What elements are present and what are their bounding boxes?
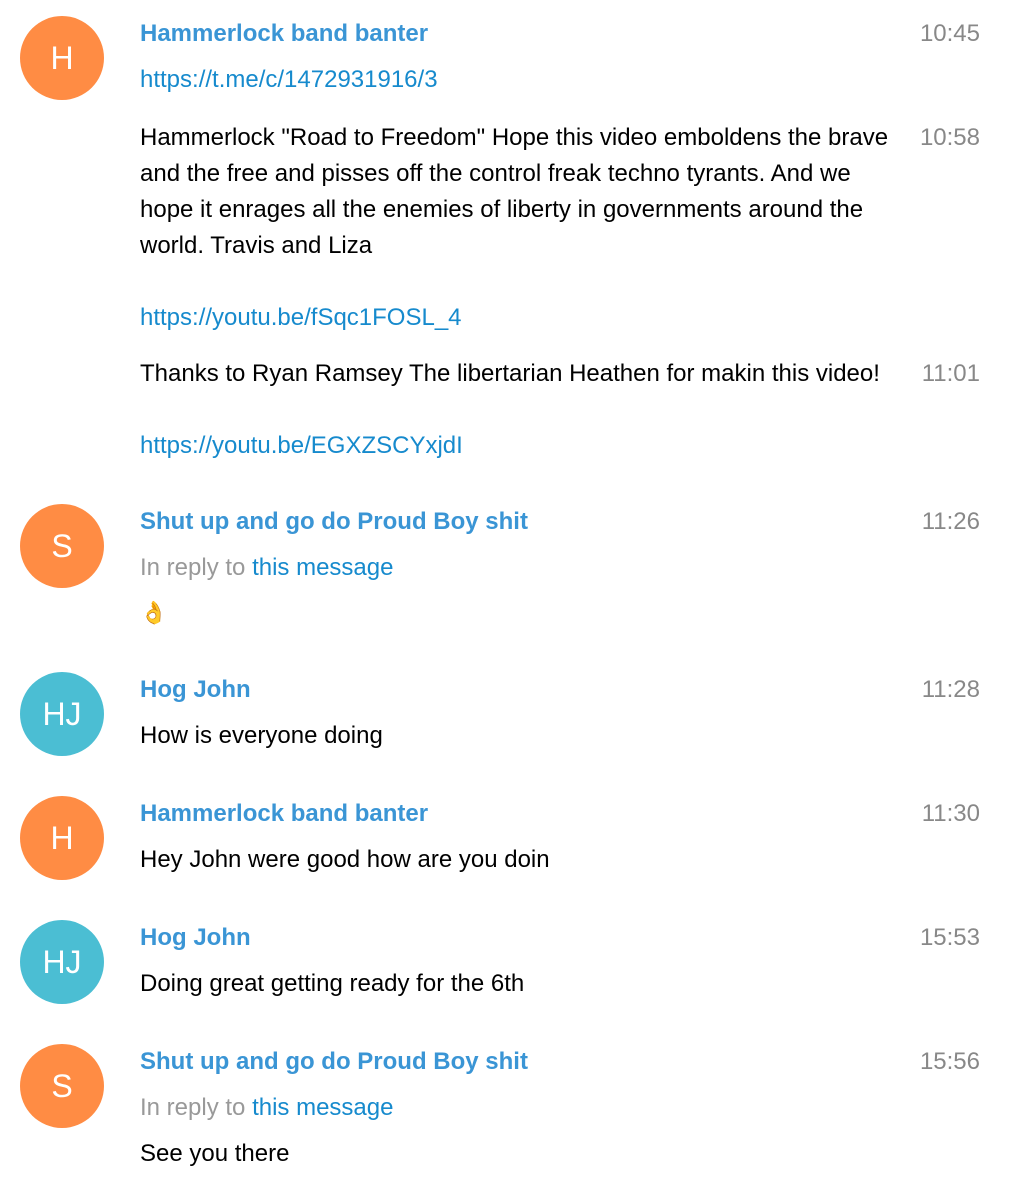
author-name[interactable]: Hammerlock band banter — [140, 800, 428, 828]
message-time: 10:58 — [919, 124, 980, 151]
message-time: 11:28 — [921, 676, 980, 703]
message-row: HJ Hog John 15:53 Doing great getting re… — [0, 904, 1036, 1028]
reply-prefix: In reply to — [140, 554, 246, 581]
avatar[interactable]: HJ — [20, 920, 104, 1004]
message-text: Hey John were good how are you doin — [140, 846, 550, 873]
message-time: 11:01 — [921, 360, 980, 387]
message-time: 11:30 — [921, 800, 980, 827]
message-link[interactable]: https://t.me/c/1472931916/3 — [140, 66, 438, 94]
author-name[interactable]: Hog John — [140, 924, 251, 952]
chat-history: H Hammerlock band banter 10:45 https://t… — [0, 0, 1036, 1180]
author-name[interactable]: Hog John — [140, 676, 251, 704]
message-row: Thanks to Ryan Ramsey The libertarian He… — [0, 346, 1036, 486]
avatar[interactable]: S — [20, 504, 104, 588]
message-time: 15:53 — [919, 924, 980, 951]
message-text: Thanks to Ryan Ramsey The libertarian He… — [140, 360, 880, 387]
message-time: 11:26 — [921, 508, 980, 535]
message-text: Hammerlock "Road to Freedom" Hope this v… — [140, 124, 889, 259]
message-link[interactable]: https://youtu.be/fSqc1FOSL_4 — [140, 304, 462, 332]
reply-link[interactable]: this message — [252, 1094, 393, 1121]
author-name[interactable]: Shut up and go do Proud Boy shit — [140, 1048, 528, 1076]
message-text: How is everyone doing — [140, 722, 383, 749]
message-text: Doing great getting ready for the 6th — [140, 970, 525, 997]
message-text: See you there — [140, 1140, 290, 1167]
message-row: Hammerlock "Road to Freedom" Hope this v… — [0, 110, 1036, 346]
author-name[interactable]: Hammerlock band banter — [140, 20, 428, 48]
message-row: HJ Hog John 11:28 How is everyone doing — [0, 656, 1036, 780]
reply-reference: In reply to this message — [140, 1094, 393, 1122]
message-row: H Hammerlock band banter 10:45 https://t… — [0, 0, 1036, 110]
avatar[interactable]: H — [20, 796, 104, 880]
message-row: S Shut up and go do Proud Boy shit 15:56… — [0, 1028, 1036, 1180]
avatar[interactable]: H — [20, 16, 104, 100]
message-row: H Hammerlock band banter 11:30 Hey John … — [0, 780, 1036, 904]
reply-prefix: In reply to — [140, 1094, 246, 1121]
message-row: S Shut up and go do Proud Boy shit 11:26… — [0, 488, 1036, 656]
author-name[interactable]: Shut up and go do Proud Boy shit — [140, 508, 528, 536]
message-link[interactable]: https://youtu.be/EGXZSCYxjdI — [140, 432, 463, 460]
message-time: 15:56 — [919, 1048, 980, 1075]
ok-hand-emoji: 👌 — [140, 600, 168, 625]
reply-reference: In reply to this message — [140, 554, 393, 582]
avatar[interactable]: S — [20, 1044, 104, 1128]
avatar[interactable]: HJ — [20, 672, 104, 756]
reply-link[interactable]: this message — [252, 554, 393, 581]
message-time: 10:45 — [919, 20, 980, 47]
